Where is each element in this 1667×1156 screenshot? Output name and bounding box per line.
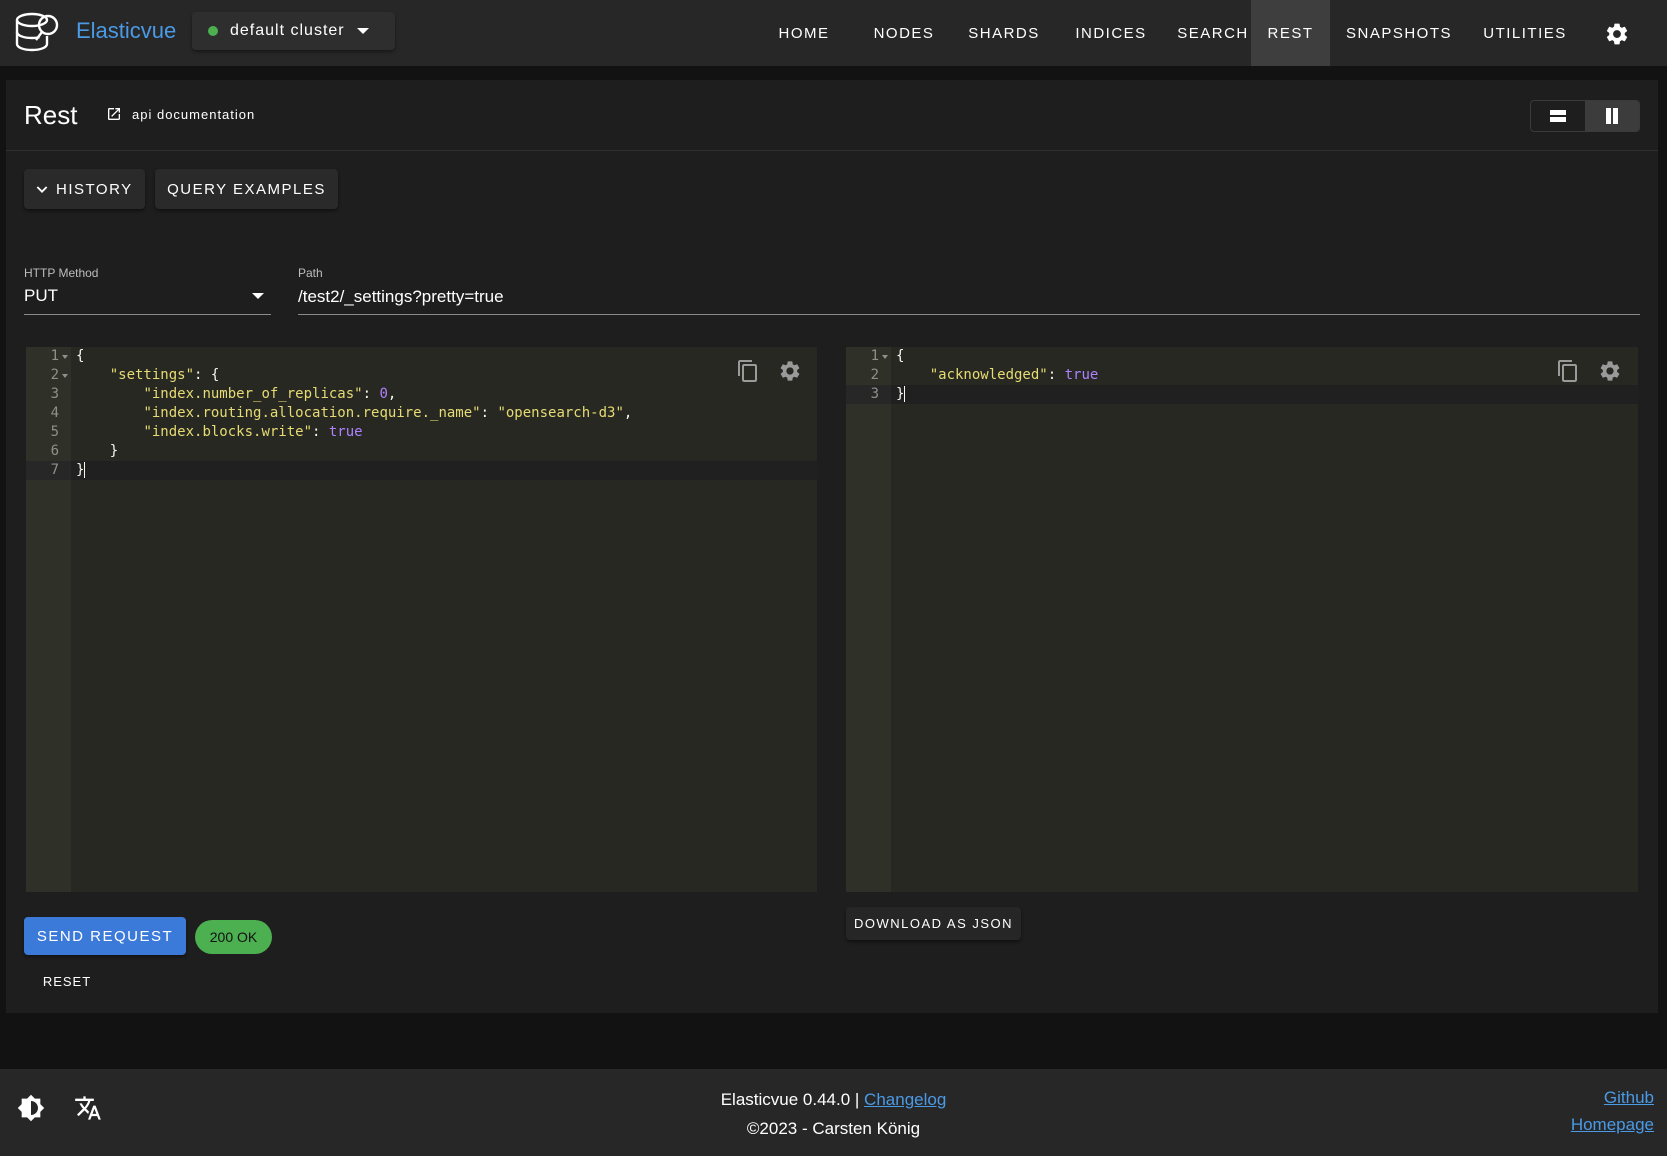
api-documentation-link[interactable]: api documentation — [106, 106, 255, 122]
nav-home[interactable]: HOME — [762, 0, 846, 66]
editor-line: 3 "index.number_of_replicas": 0, — [50, 386, 397, 402]
version-text: Elasticvue 0.44.0 | — [720, 1090, 860, 1109]
editor-toolbar — [736, 359, 802, 383]
gear-icon[interactable] — [1598, 359, 1622, 383]
nav-shards[interactable]: SHARDS — [952, 0, 1056, 66]
history-button[interactable]: HISTORY — [24, 169, 145, 209]
open-in-new-icon — [108, 108, 120, 120]
nav-utilities[interactable]: UTILITIES — [1475, 0, 1575, 66]
elasticvue-logo-icon[interactable] — [12, 7, 62, 57]
cluster-name: default cluster — [230, 22, 345, 39]
history-label: HISTORY — [56, 180, 133, 198]
editor-line: 1 { — [50, 348, 85, 364]
editor-gutter — [846, 347, 891, 892]
footer: Elasticvue 0.44.0 | Changelog ©2023 - Ca… — [0, 1069, 1667, 1156]
nav-snapshots[interactable]: SNAPSHOTS — [1336, 0, 1462, 66]
fold-icon — [62, 374, 68, 378]
send-request-button[interactable]: SEND REQUEST — [24, 917, 186, 955]
fold-icon — [882, 355, 888, 359]
editor-line: 2 "acknowledged": true — [870, 367, 1099, 383]
github-link[interactable]: Github — [1604, 1088, 1654, 1108]
chevron-down-icon[interactable] — [252, 293, 264, 299]
http-method-select[interactable]: PUT — [24, 286, 58, 306]
gear-icon — [1606, 23, 1628, 45]
text-cursor — [904, 386, 906, 402]
nav-indices[interactable]: INDICES — [1056, 0, 1166, 66]
http-method-label: HTTP Method — [24, 266, 99, 280]
response-body-editor[interactable]: 1 { 2 "acknowledged": true 3 } — [846, 347, 1638, 892]
path-label: Path — [298, 266, 323, 280]
changelog-link[interactable]: Changelog — [864, 1090, 946, 1109]
cluster-status-dot — [208, 26, 218, 36]
text-cursor — [84, 462, 86, 478]
chevron-down-icon — [356, 28, 369, 34]
editor-line: 1 { — [870, 348, 905, 364]
path-input[interactable]: /test2/_settings?pretty=true — [298, 287, 504, 307]
gear-icon[interactable] — [778, 359, 802, 383]
settings-button[interactable] — [1600, 17, 1634, 51]
rest-card: Rest api documentation HISTORY QUERY EXA… — [6, 80, 1658, 1013]
fold-icon — [62, 355, 68, 359]
path-underline — [298, 314, 1640, 315]
download-json-button[interactable]: DOWNLOAD AS JSON — [846, 907, 1021, 940]
footer-version-line: Elasticvue 0.44.0 | Changelog — [0, 1090, 1667, 1110]
copy-icon[interactable] — [736, 359, 760, 383]
editor-line: 4 "index.routing.allocation.require._nam… — [50, 405, 633, 421]
nav-rest[interactable]: REST — [1251, 0, 1330, 66]
brand-title[interactable]: Elasticvue — [76, 18, 176, 44]
nav-nodes[interactable]: NODES — [856, 0, 952, 66]
reset-button[interactable]: RESET — [24, 964, 110, 998]
layout-columns-button[interactable] — [1585, 101, 1639, 131]
editor-line: 6 } — [50, 443, 119, 459]
card-header: Rest api documentation — [6, 80, 1658, 151]
editor-line-active: 7 } — [26, 461, 817, 480]
view-columns-icon — [1606, 108, 1618, 124]
editor-line-active: 3 } — [846, 385, 1638, 404]
editor-line: 2 "settings": { — [50, 367, 220, 383]
query-examples-button[interactable]: QUERY EXAMPLES — [155, 169, 338, 209]
request-body-editor[interactable]: 1 { 2 "settings": { 3 "index.number_of_r… — [26, 347, 817, 892]
api-documentation-label: api documentation — [132, 106, 256, 122]
copyright-text: ©2023 - Carsten König — [746, 1119, 921, 1138]
homepage-link[interactable]: Homepage — [1571, 1115, 1654, 1135]
chevron-down-icon — [36, 186, 48, 193]
top-app-bar: Elasticvue default cluster HOME NODES SH… — [0, 0, 1667, 66]
cluster-selector[interactable]: default cluster — [192, 12, 395, 50]
page-title: Rest — [24, 100, 78, 130]
layout-toggle — [1530, 100, 1640, 132]
http-method-underline — [24, 314, 271, 315]
view-rows-icon — [1550, 110, 1566, 122]
editor-line: 5 "index.blocks.write": true — [50, 424, 363, 440]
copy-icon[interactable] — [1556, 359, 1580, 383]
layout-rows-button[interactable] — [1531, 101, 1585, 131]
editor-toolbar — [1556, 359, 1622, 383]
status-badge: 200 OK — [195, 920, 272, 954]
